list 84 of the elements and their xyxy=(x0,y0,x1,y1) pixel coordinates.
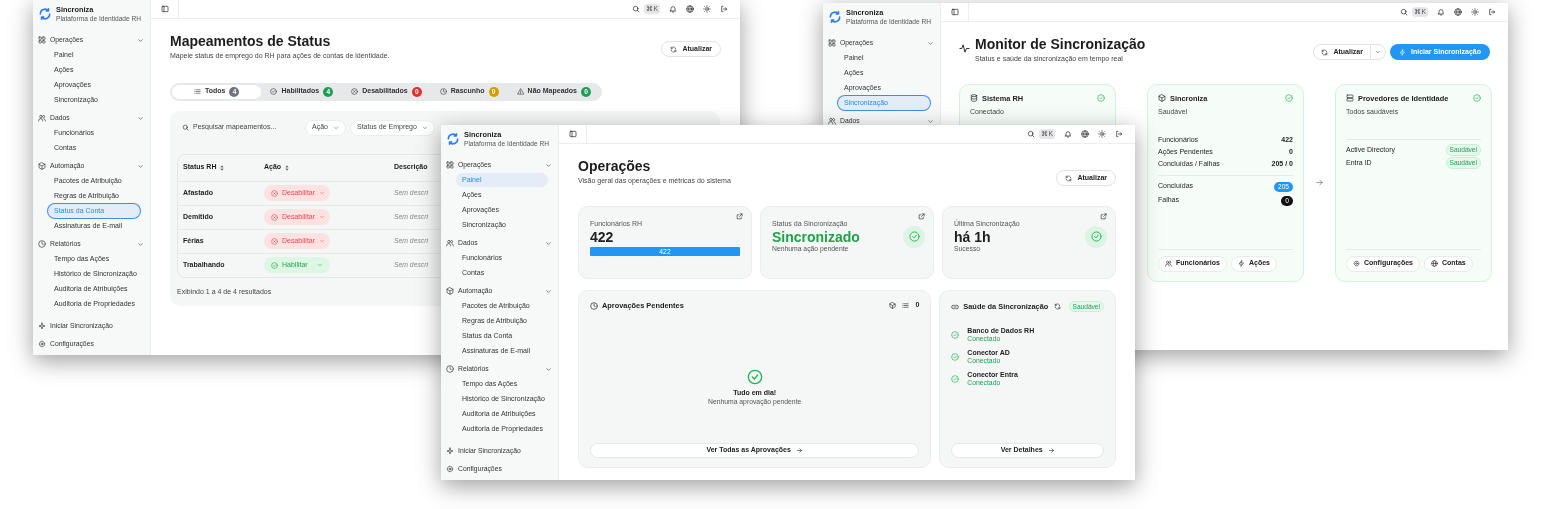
stat-value: 422 xyxy=(590,228,615,245)
x-circle-icon xyxy=(351,88,359,96)
x-circle-icon xyxy=(271,237,278,245)
search-icon[interactable] xyxy=(1400,8,1409,16)
settings-icon xyxy=(1353,260,1360,268)
chevron-icon xyxy=(332,124,339,131)
logout-icon[interactable] xyxy=(1488,8,1496,16)
lightning-icon xyxy=(1237,260,1245,268)
sidebar-toggle-icon[interactable] xyxy=(161,5,169,13)
app-logo-icon xyxy=(446,132,460,146)
users-icon xyxy=(38,114,46,122)
grid-icon xyxy=(38,36,46,44)
bell-icon[interactable] xyxy=(669,5,677,13)
chevron-icon xyxy=(317,262,323,269)
search-icon xyxy=(182,124,189,132)
app-logo-icon xyxy=(828,10,842,24)
clock-icon xyxy=(590,301,598,310)
users-icon xyxy=(1165,260,1172,268)
refresh-icon xyxy=(670,45,678,53)
settings-icon xyxy=(38,340,46,348)
sidebar-toggle-icon[interactable] xyxy=(951,8,959,16)
link-icon xyxy=(951,302,960,311)
page-title: Mapeamentos de Status xyxy=(170,33,332,50)
search-icon[interactable] xyxy=(1027,130,1036,138)
check-circle-icon xyxy=(270,88,278,96)
list-icon xyxy=(194,88,201,96)
search-icon[interactable] xyxy=(632,5,641,13)
sort-icon xyxy=(284,164,291,171)
page-title: Monitor de Sincronização xyxy=(975,36,1146,53)
sun-icon[interactable] xyxy=(1471,8,1479,16)
clock-icon xyxy=(446,365,454,373)
list-icon xyxy=(902,302,910,310)
page-title: Operações xyxy=(578,158,652,175)
x-circle-icon xyxy=(271,213,278,221)
cube-icon xyxy=(889,302,897,310)
grid-icon xyxy=(446,161,454,169)
logout-icon[interactable] xyxy=(1115,130,1123,138)
cube-icon xyxy=(1158,94,1166,103)
bell-icon[interactable] xyxy=(1064,130,1072,138)
stat-value: Sincronizado xyxy=(772,228,860,245)
server-icon xyxy=(1346,94,1354,103)
arrow-right-icon xyxy=(795,447,803,454)
refresh-icon[interactable] xyxy=(1053,303,1061,311)
database-icon xyxy=(970,94,978,103)
sidebar-toggle-icon[interactable] xyxy=(569,130,577,138)
users-icon xyxy=(828,117,836,125)
clock-icon xyxy=(38,240,46,248)
refresh-icon xyxy=(1065,174,1073,182)
sort-icon xyxy=(219,164,226,171)
warning-icon xyxy=(516,88,524,96)
app-logo-icon xyxy=(38,7,52,21)
chevron-icon xyxy=(421,124,428,131)
chevron-icon xyxy=(319,190,326,197)
bell-icon[interactable] xyxy=(1437,8,1445,16)
external-link-icon[interactable] xyxy=(918,213,925,220)
globe-icon xyxy=(1431,260,1438,268)
pulse-icon xyxy=(959,43,970,54)
chevron-icon xyxy=(319,238,326,245)
external-link-icon[interactable] xyxy=(736,213,743,220)
check-circle-icon xyxy=(746,369,763,385)
sun-icon[interactable] xyxy=(703,5,711,13)
users-icon xyxy=(446,239,454,247)
globe-icon[interactable] xyxy=(1454,8,1462,16)
cube-icon xyxy=(446,287,454,295)
clock-icon xyxy=(439,88,447,96)
globe-icon[interactable] xyxy=(686,5,694,13)
lightning-icon xyxy=(1398,48,1406,56)
globe-icon[interactable] xyxy=(1081,130,1089,138)
cube-icon xyxy=(38,162,46,170)
arrow-right-icon xyxy=(1047,447,1055,454)
arrow-right-icon xyxy=(1315,178,1324,188)
chevron-icon xyxy=(319,214,326,221)
logout-icon[interactable] xyxy=(720,5,728,13)
stat-value: há 1h xyxy=(954,228,992,245)
settings-icon xyxy=(446,465,454,473)
check-circle-icon xyxy=(271,261,278,269)
grid-icon xyxy=(828,39,836,47)
x-circle-icon xyxy=(271,189,278,197)
chevron-icon xyxy=(1374,49,1381,55)
sparkle-icon xyxy=(38,322,46,330)
refresh-icon xyxy=(1321,48,1329,56)
sparkle-icon xyxy=(446,447,454,455)
sun-icon[interactable] xyxy=(1098,130,1106,138)
external-link-icon[interactable] xyxy=(1100,213,1107,220)
